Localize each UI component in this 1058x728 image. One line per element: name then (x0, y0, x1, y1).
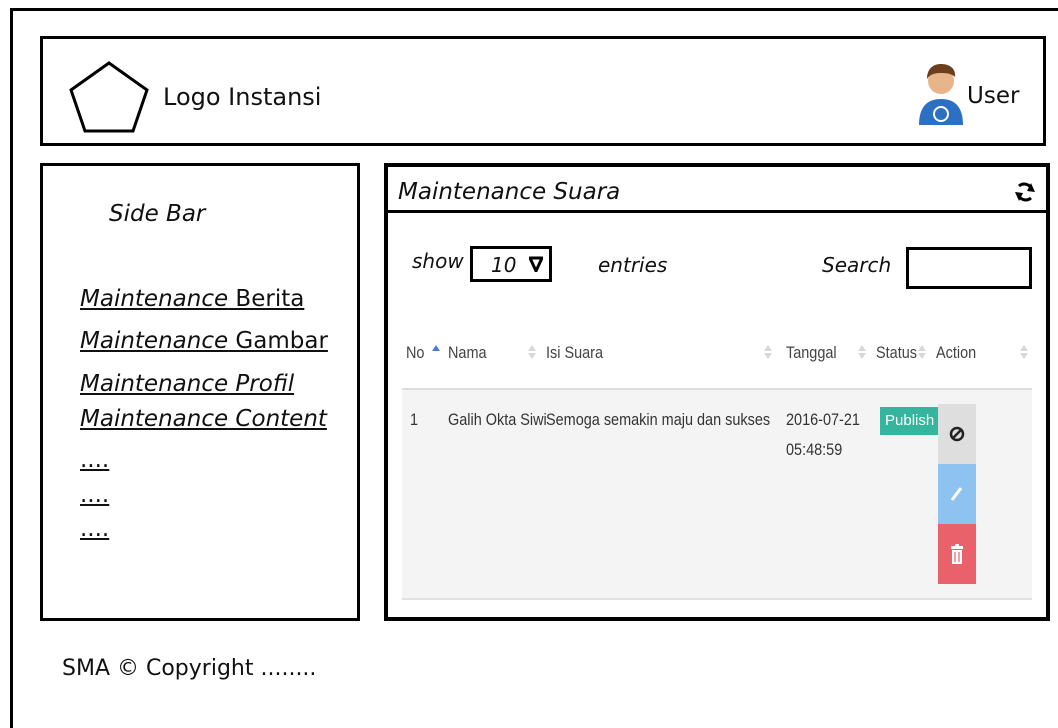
sidebar-item-rest: Gambar (228, 328, 328, 354)
sidebar-item-prefix: Maintenance (80, 371, 229, 397)
logo-label: Logo Instansi (163, 83, 322, 111)
entries-length-value: 10 (491, 253, 517, 277)
search-label: Search (822, 253, 892, 277)
refresh-icon[interactable] (1014, 180, 1036, 204)
sidebar-item-maintenance-profil[interactable]: Maintenance Profil (80, 371, 294, 397)
sidebar-item-rest: Berita (228, 286, 305, 312)
show-label: show (412, 249, 464, 273)
pentagon-logo-icon (69, 61, 149, 133)
footer-copyright: SMA © Copyright ........ (62, 656, 317, 681)
sidebar-item-prefix: .... (80, 447, 110, 473)
sidebar-item-rest: Profil (228, 371, 295, 397)
sidebar-item-maintenance-berita[interactable]: Maintenance Berita (80, 286, 304, 312)
sort-icon[interactable] (858, 345, 866, 359)
cell-nama: Galih Okta Siwi (448, 410, 547, 429)
content-panel: Maintenance Suara show 10 entries Search… (384, 163, 1050, 621)
sidebar-item-more-2[interactable]: .... (80, 482, 109, 508)
sidebar-item-prefix: .... (80, 516, 110, 542)
sort-icon[interactable] (528, 345, 536, 359)
cell-isi-suara: Semoga semakin maju dan sukses (546, 410, 771, 429)
sidebar-item-maintenance-gambar[interactable]: Maintenance Gambar (80, 328, 328, 354)
cell-tanggal-time: 05:48:59 (786, 440, 843, 459)
edit-button[interactable] (938, 464, 976, 524)
sort-icon[interactable] (432, 345, 440, 353)
page-header: Logo Instansi User (40, 36, 1046, 146)
sort-icon[interactable] (918, 345, 926, 359)
sidebar-item-prefix: Maintenance (80, 286, 229, 312)
trash-icon (951, 544, 963, 564)
sidebar-item-more-1[interactable]: .... (80, 447, 109, 473)
search-input[interactable] (906, 247, 1032, 289)
column-header-no[interactable]: No (406, 343, 424, 363)
column-header-tanggal[interactable]: Tanggal (786, 343, 837, 363)
column-header-nama[interactable]: Nama (448, 343, 487, 363)
pencil-icon (950, 487, 963, 501)
cell-no: 1 (410, 410, 419, 429)
sidebar-item-prefix: Maintenance (80, 328, 229, 354)
cell-tanggal-date: 2016-07-21 (786, 410, 860, 429)
sidebar-item-more-3[interactable]: .... (80, 516, 109, 542)
sort-icon[interactable] (1020, 345, 1028, 359)
sidebar: Side Bar Maintenance Berita Maintenance … (40, 163, 360, 621)
user-label[interactable]: User (967, 83, 1019, 109)
sidebar-item-prefix: Maintenance (80, 406, 229, 432)
sidebar-item-rest: Content (228, 406, 327, 432)
column-header-status[interactable]: Status (876, 343, 917, 363)
panel-title: Maintenance Suara (398, 179, 621, 205)
status-badge: Publish (880, 407, 940, 435)
dropdown-arrow-icon (529, 256, 543, 272)
entries-label: entries (598, 253, 668, 277)
table-row: 1 Galih Okta Siwi Semoga semakin maju da… (402, 390, 1032, 600)
sidebar-title: Side Bar (109, 201, 206, 227)
ban-icon (949, 426, 965, 442)
sidebar-item-prefix: .... (80, 482, 110, 508)
sidebar-item-maintenance-content[interactable]: Maintenance Content (80, 406, 327, 432)
sort-icon[interactable] (764, 345, 772, 359)
delete-button[interactable] (938, 524, 976, 584)
column-header-action[interactable]: Action (936, 343, 976, 363)
disable-button[interactable] (938, 404, 976, 464)
entries-length-select[interactable]: 10 (470, 246, 552, 282)
panel-header: Maintenance Suara (388, 167, 1046, 213)
user-avatar-icon[interactable] (915, 61, 967, 125)
column-header-isi-suara[interactable]: Isi Suara (546, 343, 603, 363)
